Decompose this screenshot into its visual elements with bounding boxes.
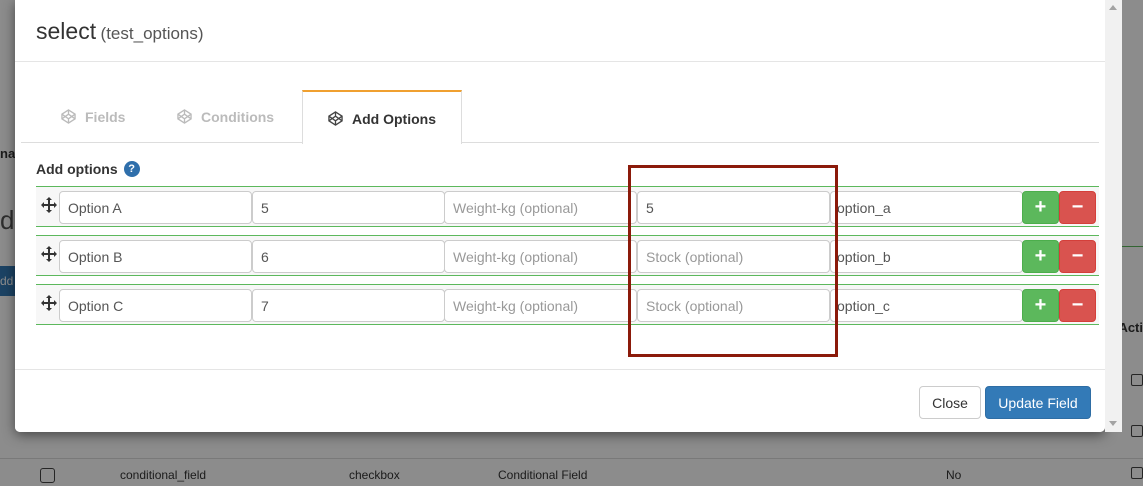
codepen-icon: [328, 111, 343, 126]
add-option-button[interactable]: +: [1022, 289, 1059, 322]
option-row: + −: [36, 186, 1099, 227]
tab-label: Add Options: [352, 111, 436, 127]
edit-field-modal: select (test_options) Fields Conditions …: [15, 0, 1105, 432]
move-arrows-icon[interactable]: [41, 295, 57, 311]
option-weight-input[interactable]: [444, 289, 637, 322]
option-value-input[interactable]: [830, 191, 1023, 224]
option-price-input[interactable]: [252, 191, 445, 224]
move-arrows-icon[interactable]: [41, 246, 57, 262]
option-row: + −: [36, 284, 1099, 325]
update-field-button[interactable]: Update Field: [985, 386, 1091, 419]
option-price-input[interactable]: [252, 289, 445, 322]
modal-header: select (test_options): [15, 0, 1105, 62]
help-icon[interactable]: ?: [123, 161, 140, 177]
vertical-scrollbar[interactable]: [1105, 0, 1122, 432]
modal-footer: Close Update Field: [15, 369, 1105, 432]
option-row: + −: [36, 235, 1099, 276]
scroll-down-arrow-icon[interactable]: [1109, 421, 1117, 426]
section-title: Add options: [36, 161, 118, 177]
add-option-button[interactable]: +: [1022, 240, 1059, 273]
remove-option-button[interactable]: −: [1059, 191, 1096, 224]
tab-add-options[interactable]: Add Options: [302, 90, 462, 144]
option-weight-input[interactable]: [444, 240, 637, 273]
option-value-input[interactable]: [830, 289, 1023, 322]
add-option-button[interactable]: +: [1022, 191, 1059, 224]
scroll-up-arrow-icon[interactable]: [1109, 5, 1117, 10]
tab-bar: Fields Conditions Add Options: [21, 90, 1099, 144]
option-weight-input[interactable]: [444, 191, 637, 224]
option-name-input[interactable]: [59, 191, 252, 224]
move-arrows-icon[interactable]: [41, 197, 57, 213]
stock-column-highlight: [628, 165, 838, 357]
tab-fields[interactable]: Fields: [61, 90, 125, 143]
close-button[interactable]: Close: [919, 386, 981, 419]
option-value-input[interactable]: [830, 240, 1023, 273]
option-name-input[interactable]: [59, 240, 252, 273]
option-price-input[interactable]: [252, 240, 445, 273]
option-name-input[interactable]: [59, 289, 252, 322]
modal-subtitle: (test_options): [100, 24, 204, 43]
modal-title: select: [36, 18, 97, 44]
tab-conditions[interactable]: Conditions: [177, 90, 274, 143]
tab-label: Conditions: [201, 109, 275, 125]
tab-label: Fields: [85, 109, 126, 125]
add-options-label: Add options ?: [36, 161, 140, 177]
codepen-icon: [61, 109, 76, 124]
remove-option-button[interactable]: −: [1059, 240, 1096, 273]
codepen-icon: [177, 109, 192, 124]
remove-option-button[interactable]: −: [1059, 289, 1096, 322]
options-list: + − + − + −: [36, 186, 1099, 333]
